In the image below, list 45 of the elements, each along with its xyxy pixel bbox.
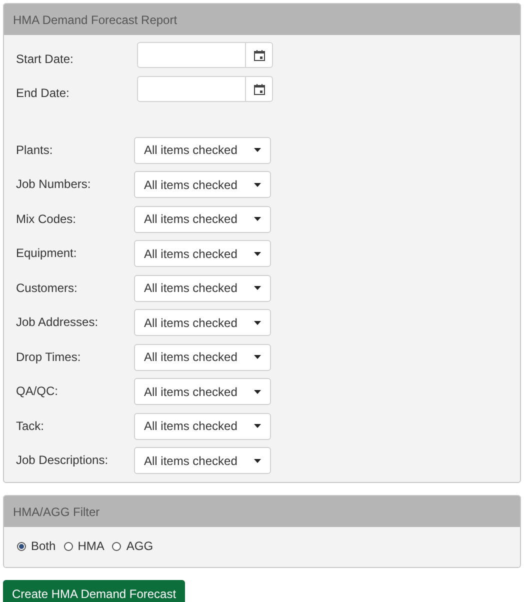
dropdown[interactable]: All items checked: [134, 378, 271, 405]
field-label: Mix Codes:: [16, 212, 78, 226]
caret-icon: [254, 424, 261, 428]
caret-icon: [254, 390, 261, 394]
field-label: Job Addresses:: [16, 315, 100, 330]
caret-icon: [254, 148, 261, 152]
date-field[interactable]: [137, 42, 273, 68]
caret-icon: [254, 458, 261, 462]
field-label: End Date:: [16, 86, 70, 100]
caret-icon: [254, 320, 261, 324]
caret-icon: [254, 217, 261, 221]
field-label: Drop Times:: [16, 350, 82, 364]
radio-label[interactable]: HMA: [78, 539, 104, 553]
dropdown[interactable]: All items checked: [134, 309, 271, 336]
caret-icon: [254, 252, 261, 256]
field-label: QA/QC:: [16, 384, 60, 398]
calendar-icon[interactable]: [254, 50, 264, 60]
dropdown[interactable]: All items checked: [134, 206, 271, 232]
field-label: Equipment:: [16, 246, 78, 260]
caret-icon: [254, 286, 261, 290]
field-label: Tack:: [16, 418, 46, 433]
field-label: Job Numbers:: [16, 177, 92, 192]
date-field[interactable]: [137, 76, 273, 102]
radio-button[interactable]: [17, 542, 26, 550]
dropdown[interactable]: All items checked: [134, 447, 271, 474]
field-label: Customers:: [16, 280, 78, 295]
panel-title: HMA/AGG Filter: [4, 496, 520, 527]
calendar-icon[interactable]: [254, 84, 264, 94]
radio-label[interactable]: Both: [31, 539, 56, 553]
caret-icon: [254, 355, 261, 359]
dropdown[interactable]: All items checked: [134, 171, 271, 198]
dropdown[interactable]: All items checked: [134, 344, 271, 370]
caret-icon: [254, 182, 261, 186]
radio-button[interactable]: [64, 542, 73, 550]
dropdown[interactable]: All items checked: [134, 240, 271, 267]
field-label: Plants:: [16, 142, 54, 157]
radio-label[interactable]: AGG: [126, 539, 154, 553]
field-label: Job Descriptions:: [16, 453, 110, 468]
radio-button[interactable]: [112, 542, 122, 550]
dropdown[interactable]: All items checked: [134, 136, 271, 164]
field-label: Start Date:: [16, 52, 74, 66]
panel-title: HMA Demand Forecast Report: [4, 4, 520, 35]
dropdown[interactable]: All items checked: [134, 412, 271, 440]
dropdown[interactable]: All items checked: [134, 274, 271, 302]
create-forecast-button[interactable]: Create HMA Demand Forecast: [3, 580, 186, 602]
